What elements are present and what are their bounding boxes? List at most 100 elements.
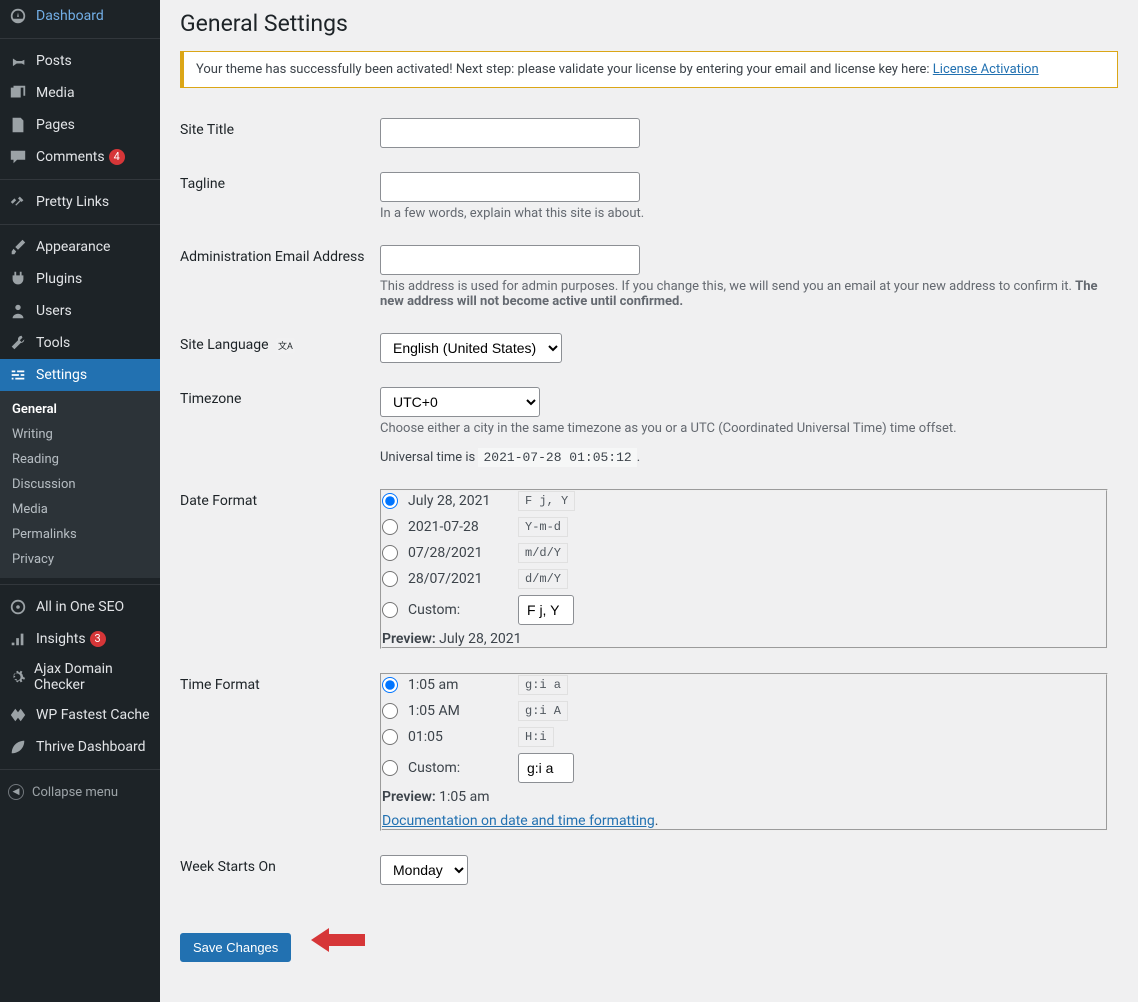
cache-icon xyxy=(8,705,28,725)
site-title-input[interactable] xyxy=(380,118,640,148)
submenu-media[interactable]: Media xyxy=(0,497,160,522)
menu-settings[interactable]: Settings xyxy=(0,359,160,391)
time-format-preview: Preview: 1:05 am xyxy=(382,789,1106,805)
menu-label: WP Fastest Cache xyxy=(36,707,150,723)
save-changes-button[interactable]: Save Changes xyxy=(180,933,291,962)
menu-appearance[interactable]: Appearance xyxy=(0,231,160,263)
date-format-preview: Preview: July 28, 2021 xyxy=(382,631,1106,647)
plug-icon xyxy=(8,269,28,289)
submenu-discussion[interactable]: Discussion xyxy=(0,472,160,497)
menu-pages[interactable]: Pages xyxy=(0,109,160,141)
leaf-icon xyxy=(8,737,28,757)
timezone-label: Timezone xyxy=(180,377,380,479)
wrench-icon xyxy=(8,333,28,353)
dashboard-icon xyxy=(8,6,28,26)
annotation-arrow xyxy=(311,928,365,952)
menu-posts[interactable]: Posts xyxy=(0,45,160,77)
count-badge: 4 xyxy=(109,149,125,165)
gear-icon xyxy=(8,667,26,687)
submenu-general[interactable]: General xyxy=(0,397,160,422)
date-format-radio-1[interactable] xyxy=(382,493,398,509)
translate-icon: 文A xyxy=(276,338,295,353)
license-activation-link[interactable]: License Activation xyxy=(933,62,1039,77)
date-format-radio-custom[interactable] xyxy=(382,602,398,618)
page-title: General Settings xyxy=(180,10,1118,37)
site-language-select[interactable]: English (United States) xyxy=(380,333,562,363)
content-area: General Settings Your theme has successf… xyxy=(160,0,1138,1002)
admin-email-label: Administration Email Address xyxy=(180,235,380,323)
menu-thrive[interactable]: Thrive Dashboard xyxy=(0,731,160,763)
menu-label: Appearance xyxy=(36,239,110,255)
time-format-fieldset: 1:05 amg:i a 1:05 AMg:i A 01:05H:i Custo… xyxy=(380,673,1108,831)
date-format-fieldset: July 28, 2021F j, Y 2021-07-28Y-m-d 07/2… xyxy=(380,489,1108,649)
date-format-custom-input[interactable] xyxy=(518,595,574,625)
seo-icon xyxy=(8,597,28,617)
menu-label: Users xyxy=(36,303,72,319)
menu-label: Pretty Links xyxy=(36,194,109,210)
site-language-label: Site Language 文A xyxy=(180,323,380,377)
menu-media[interactable]: Media xyxy=(0,77,160,109)
menu-plugins[interactable]: Plugins xyxy=(0,263,160,295)
time-format-radio-3[interactable] xyxy=(382,729,398,745)
submenu-writing[interactable]: Writing xyxy=(0,422,160,447)
date-time-doc-link[interactable]: Documentation on date and time formattin… xyxy=(382,813,655,829)
menu-label: Insights xyxy=(36,631,86,647)
link-icon xyxy=(8,192,28,212)
submenu-privacy[interactable]: Privacy xyxy=(0,547,160,572)
time-format-radio-1[interactable] xyxy=(382,677,398,693)
menu-label: Dashboard xyxy=(36,8,104,24)
settings-submenu: General Writing Reading Discussion Media… xyxy=(0,391,160,578)
menu-tools[interactable]: Tools xyxy=(0,327,160,359)
date-format-label: Date Format xyxy=(180,479,380,663)
menu-label: Plugins xyxy=(36,271,82,287)
collapse-menu[interactable]: ◀ Collapse menu xyxy=(0,776,160,808)
time-format-label: Time Format xyxy=(180,663,380,845)
menu-label: Media xyxy=(36,85,75,101)
time-format-radio-custom[interactable] xyxy=(382,760,398,776)
insights-icon xyxy=(8,629,28,649)
admin-email-input[interactable] xyxy=(380,245,640,275)
notice-text: Your theme has successfully been activat… xyxy=(196,62,933,77)
date-format-radio-4[interactable] xyxy=(382,571,398,587)
menu-label: Thrive Dashboard xyxy=(36,739,146,755)
count-badge: 3 xyxy=(90,631,106,647)
admin-sidebar: Dashboard Posts Media Pages Comments4 Pr… xyxy=(0,0,160,1002)
menu-label: All in One SEO xyxy=(36,599,124,615)
license-notice: Your theme has successfully been activat… xyxy=(180,51,1118,88)
menu-wpfc[interactable]: WP Fastest Cache xyxy=(0,699,160,731)
site-title-label: Site Title xyxy=(180,108,380,162)
timezone-select[interactable]: UTC+0 xyxy=(380,387,540,417)
collapse-icon: ◀ xyxy=(8,784,24,800)
media-icon xyxy=(8,83,28,103)
time-format-radio-2[interactable] xyxy=(382,703,398,719)
pin-icon xyxy=(8,51,28,71)
menu-label: Ajax Domain Checker xyxy=(34,661,152,693)
admin-email-description: This address is used for admin purposes.… xyxy=(380,279,1108,309)
date-format-radio-3[interactable] xyxy=(382,545,398,561)
menu-dashboard[interactable]: Dashboard xyxy=(0,0,160,32)
menu-label: Comments xyxy=(36,149,105,165)
submenu-permalinks[interactable]: Permalinks xyxy=(0,522,160,547)
time-format-custom-input[interactable] xyxy=(518,753,574,783)
menu-label: Tools xyxy=(36,335,70,351)
menu-comments[interactable]: Comments4 xyxy=(0,141,160,173)
week-starts-label: Week Starts On xyxy=(180,845,380,899)
menu-label: Settings xyxy=(36,367,87,383)
comment-icon xyxy=(8,147,28,167)
menu-insights[interactable]: Insights3 xyxy=(0,623,160,655)
tagline-label: Tagline xyxy=(180,162,380,235)
menu-users[interactable]: Users xyxy=(0,295,160,327)
menu-pretty-links[interactable]: Pretty Links xyxy=(0,186,160,218)
menu-label: Posts xyxy=(36,53,72,69)
menu-label: Pages xyxy=(36,117,75,133)
tagline-input[interactable] xyxy=(380,172,640,202)
menu-ajax-domain[interactable]: Ajax Domain Checker xyxy=(0,655,160,699)
menu-aioseo[interactable]: All in One SEO xyxy=(0,591,160,623)
date-format-radio-2[interactable] xyxy=(382,519,398,535)
user-icon xyxy=(8,301,28,321)
week-starts-select[interactable]: Monday xyxy=(380,855,468,885)
submenu-reading[interactable]: Reading xyxy=(0,447,160,472)
collapse-label: Collapse menu xyxy=(32,785,118,800)
universal-time: Universal time is 2021-07-28 01:05:12. xyxy=(380,450,1108,465)
brush-icon xyxy=(8,237,28,257)
